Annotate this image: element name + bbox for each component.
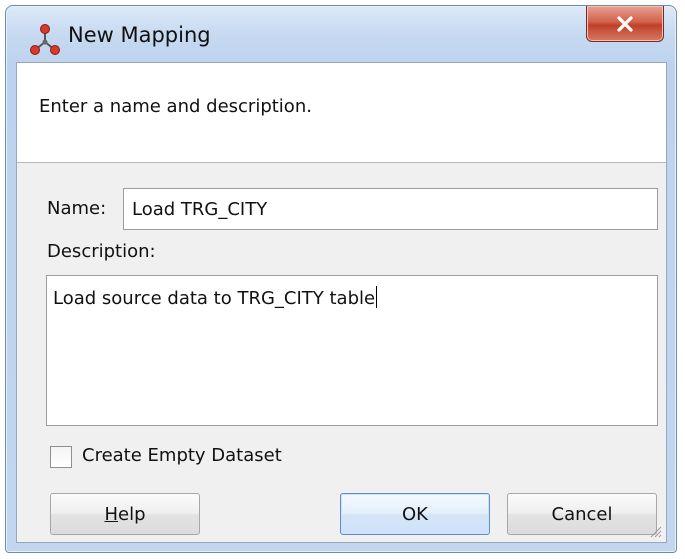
name-input[interactable]: Load TRG_CITY: [123, 188, 658, 230]
close-icon: [617, 15, 633, 32]
ok-button[interactable]: OK: [340, 493, 490, 535]
create-empty-dataset-checkbox[interactable]: [50, 446, 72, 468]
new-mapping-dialog: New Mapping Enter a name and description…: [5, 5, 677, 553]
dialog-content: Enter a name and description. Name: Load…: [16, 62, 667, 543]
help-button[interactable]: Help: [50, 493, 200, 535]
ok-button-label: OK: [402, 503, 428, 525]
mapping-icon: [30, 24, 60, 55]
description-value: Load source data to TRG_CITY table: [53, 288, 376, 309]
description-textarea[interactable]: Load source data to TRG_CITY table: [46, 275, 658, 426]
description-label: Description:: [47, 241, 156, 262]
title-bar[interactable]: New Mapping: [6, 6, 676, 66]
instruction-panel: Enter a name and description.: [17, 63, 666, 163]
resize-grip-icon[interactable]: [648, 524, 662, 538]
help-mnemonic: H: [104, 503, 119, 525]
name-input-value: Load TRG_CITY: [132, 198, 268, 220]
cancel-button[interactable]: Cancel: [507, 493, 657, 535]
help-button-label: elp: [118, 503, 146, 525]
cancel-button-label: Cancel: [551, 503, 613, 525]
instruction-text: Enter a name and description.: [39, 96, 312, 117]
create-empty-dataset-label[interactable]: Create Empty Dataset: [82, 445, 282, 466]
name-label: Name:: [47, 198, 107, 219]
window-title: New Mapping: [68, 23, 211, 47]
close-button[interactable]: [586, 6, 664, 42]
text-caret: [376, 286, 378, 308]
